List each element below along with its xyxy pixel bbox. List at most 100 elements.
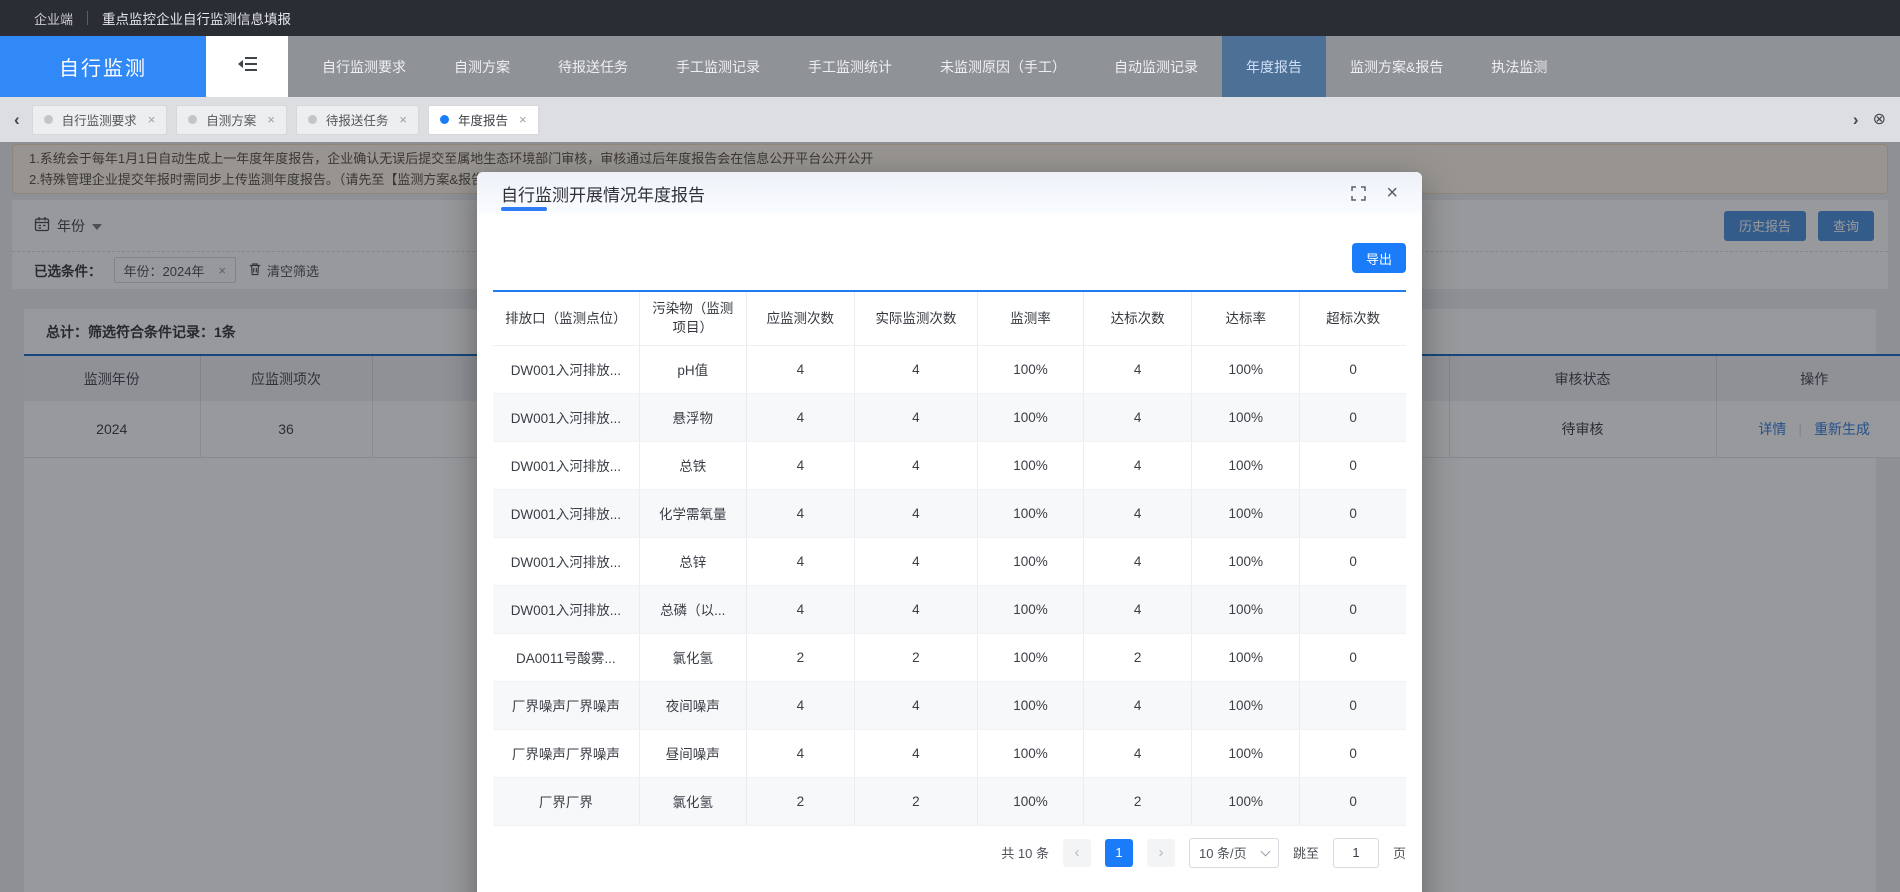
collapse-menu-icon <box>236 55 258 78</box>
table-row: DW001入河排放... 总锌 4 4 100% 4 100% 0 <box>493 537 1406 586</box>
table-cell: 4 <box>1083 441 1193 490</box>
annual-report-modal: 自行监测开展情况年度报告 × 导出 排放口（监测点位） 污染物（监测项目） 应监测次… <box>477 172 1422 892</box>
nav-menu: 自行监测要求 自测方案 待报送任务 手工监测记录 手工监测统计 未监测原因（手工） 自动监测… <box>298 36 1571 97</box>
jump-unit-label: 页 <box>1392 846 1406 861</box>
table-cell: 4 <box>854 681 979 730</box>
modal-header: 自行监测开展情况年度报告 × <box>477 172 1422 214</box>
table-cell: 100% <box>1191 489 1301 538</box>
nav-item[interactable]: 手工监测记录 <box>652 36 784 97</box>
table-cell: 100% <box>1191 585 1301 634</box>
page-tab[interactable]: 自行监测要求 × <box>31 104 168 135</box>
table-cell: 100% <box>977 633 1085 682</box>
tabs-close-all-icon[interactable]: ⊗ <box>1873 111 1886 128</box>
modal-toolbar: 导出 <box>493 214 1406 290</box>
table-cell: DW001入河排放... <box>493 585 640 634</box>
current-page-button[interactable]: 1 <box>1104 838 1133 867</box>
table-cell: 氯化氢 <box>639 633 747 682</box>
table-cell: 100% <box>977 681 1085 730</box>
nav-item[interactable]: 自行监测要求 <box>298 36 430 97</box>
tab-status-dot-icon <box>307 115 317 124</box>
tab-close-icon[interactable]: × <box>399 112 407 127</box>
table-cell: 4 <box>746 585 855 634</box>
tabs-scroll-left-icon[interactable]: ‹ <box>14 111 20 128</box>
table-cell: 4 <box>746 393 855 442</box>
topbar-divider <box>87 11 89 25</box>
table-cell: 0 <box>1299 633 1406 682</box>
table-cell: 4 <box>1083 345 1193 394</box>
modal-body: 导出 排放口（监测点位） 污染物（监测项目） 应监测次数 实际监测次数 监测率 达标次数达… <box>477 214 1422 868</box>
table-row: DW001入河排放... 总磷（以... 4 4 100% 4 100% 0 <box>493 585 1406 634</box>
nav-item[interactable]: 自测方案 <box>430 36 534 97</box>
page-tab[interactable]: 自测方案 × <box>176 104 287 135</box>
table-cell: 100% <box>1191 441 1301 490</box>
table-cell: 4 <box>746 441 855 490</box>
column-header: 应监测次数 <box>746 291 855 346</box>
tab-close-icon[interactable]: × <box>267 112 275 127</box>
nav-item[interactable]: 自动监测记录 <box>1090 36 1222 97</box>
tab-label: 自行监测要求 <box>61 114 137 128</box>
table-cell: 2 <box>1083 633 1193 682</box>
table-cell: 100% <box>977 345 1085 394</box>
table-cell: 0 <box>1299 489 1406 538</box>
table-cell: 100% <box>977 537 1085 586</box>
page-tab[interactable]: 待报送任务 × <box>295 104 419 135</box>
tab-close-icon[interactable]: × <box>148 112 156 127</box>
table-cell: 4 <box>854 585 979 634</box>
tabbar-right-controls: › ⊗ <box>1853 111 1886 128</box>
fullscreen-icon[interactable] <box>1351 185 1367 201</box>
topbar: 企业端 重点监控企业自行监测信息填报 <box>0 0 1900 36</box>
page-tab[interactable]: 年度报告 × <box>428 104 539 135</box>
column-header: 达标率 <box>1191 291 1301 346</box>
system-title: 重点监控企业自行监测信息填报 <box>102 12 292 27</box>
nav-item[interactable]: 待报送任务 <box>534 36 652 97</box>
nav-item[interactable]: 年度报告 <box>1222 36 1326 97</box>
jump-page-input[interactable] <box>1332 837 1379 868</box>
table-cell: 0 <box>1299 777 1406 826</box>
table-row: 厂界厂界 氯化氢 2 2 100% 2 100% 0 <box>493 777 1406 826</box>
main-nav: 自行监测 自行监测要求 自测方案 待报送任务 手工监测记录 手工监测统计 未监测原因（手工… <box>0 36 1900 97</box>
table-cell: 100% <box>1191 729 1301 778</box>
table-cell: 悬浮物 <box>639 393 747 442</box>
column-header: 超标次数 <box>1299 291 1406 346</box>
nav-item[interactable]: 执法监测 <box>1467 36 1571 97</box>
tabs-scroll-right-icon[interactable]: › <box>1853 111 1859 128</box>
table-row: DA0011号酸雾... 氯化氢 2 2 100% 2 100% 0 <box>493 633 1406 682</box>
table-cell: 总锌 <box>639 537 747 586</box>
tab-label: 年度报告 <box>458 114 509 128</box>
table-cell: 100% <box>977 585 1085 634</box>
table-cell: 4 <box>1083 681 1193 730</box>
nav-item[interactable]: 未监测原因（手工） <box>916 36 1090 97</box>
tab-label: 自测方案 <box>206 114 257 128</box>
table-cell: 4 <box>854 393 979 442</box>
tab-close-icon[interactable]: × <box>519 112 527 127</box>
page-tabbar: ‹ 自行监测要求 × 自测方案 × 待报送任务 × 年度报告 × › ⊗ <box>0 97 1900 142</box>
table-row: DW001入河排放... 化学需氧量 4 4 100% 4 100% 0 <box>493 489 1406 538</box>
nav-item[interactable]: 监测方案&报告 <box>1326 36 1467 97</box>
modal-title: 自行监测开展情况年度报告 <box>501 185 705 205</box>
table-cell: 2 <box>1083 777 1193 826</box>
table-cell: DW001入河排放... <box>493 393 640 442</box>
table-cell: 100% <box>977 393 1085 442</box>
table-cell: 总磷（以... <box>639 585 747 634</box>
table-cell: 总铁 <box>639 441 747 490</box>
next-page-button[interactable]: › <box>1146 838 1175 867</box>
monitoring-detail-table: 排放口（监测点位） 污染物（监测项目） 应监测次数 实际监测次数 监测率 达标次数 达标率超… <box>493 290 1406 826</box>
tab-status-dot-icon <box>188 115 198 124</box>
table-cell: pH值 <box>639 345 747 394</box>
pagination-total: 共 10 条 <box>1001 846 1049 861</box>
table-cell: 100% <box>1191 393 1301 442</box>
prev-page-button[interactable]: ‹ <box>1062 838 1091 867</box>
export-button[interactable]: 导出 <box>1351 243 1406 273</box>
table-cell: 4 <box>746 681 855 730</box>
column-header: 实际监测次数 <box>854 291 979 346</box>
page-size-select[interactable]: 10 条/页 <box>1188 837 1279 868</box>
table-cell: DA0011号酸雾... <box>493 633 640 682</box>
table-cell: 昼间噪声 <box>639 729 747 778</box>
close-icon[interactable]: × <box>1386 183 1398 203</box>
table-cell: 0 <box>1299 537 1406 586</box>
nav-item[interactable]: 手工监测统计 <box>784 36 916 97</box>
table-cell: DW001入河排放... <box>493 489 640 538</box>
collapse-menu-button[interactable] <box>206 36 288 97</box>
table-cell: 4 <box>746 489 855 538</box>
pagination: 共 10 条 ‹ 1 › 10 条/页 跳至 页 <box>493 837 1406 868</box>
